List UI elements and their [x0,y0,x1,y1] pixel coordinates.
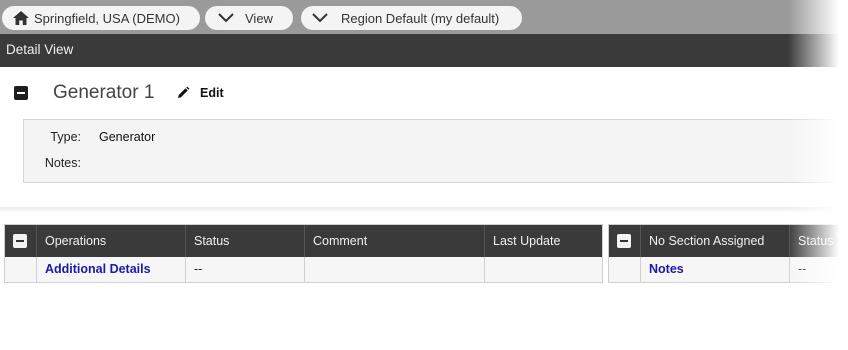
type-label: Type: [50,130,81,144]
breadcrumb: Springfield, USA (DEMO) View Region Defa… [0,0,848,34]
column-header[interactable]: No Section Assigned [641,225,790,257]
view-label: View [245,10,273,26]
notes-label: Notes: [44,156,81,170]
collapse-icon[interactable] [617,234,631,248]
page-title: Detail View [0,34,848,67]
section-divider [0,207,848,213]
detail-panel: Type: Generator Notes: [23,119,848,183]
edit-label: Edit [200,86,224,100]
table-header: Operations Status Comment Last Update [5,225,602,257]
status-cell: -- [798,262,807,276]
column-header[interactable]: Operations [37,225,186,257]
view-selector[interactable]: View [205,6,293,30]
location-selector[interactable]: Springfield, USA (DEMO) [2,6,200,30]
last-update-cell [485,257,604,282]
chevron-down-icon [311,13,329,23]
column-header[interactable]: Status [790,225,848,257]
region-selector[interactable]: Region Default (my default) [301,6,522,30]
column-header[interactable]: Last Update [485,225,604,257]
column-header[interactable]: Status [186,225,305,257]
column-header[interactable]: Comment [305,225,485,257]
home-icon [12,9,30,27]
type-value: Generator [99,130,156,144]
chevron-down-icon [217,13,235,23]
table-row: Notes -- [609,257,848,282]
collapse-icon[interactable] [13,234,27,248]
table-row: Additional Details -- [5,257,602,282]
collapse-icon[interactable] [14,86,28,100]
status-cell: -- [186,257,305,282]
pencil-icon [176,86,190,100]
additional-details-link[interactable]: Additional Details [37,257,186,282]
edit-button[interactable]: Edit [176,86,224,100]
operations-table: Operations Status Comment Last Update Ad… [4,224,603,283]
region-label: Region Default (my default) [341,10,500,26]
record-title: Generator 1 [53,82,155,103]
table-header: No Section Assigned Status [609,225,848,257]
comment-cell [305,257,485,282]
location-label: Springfield, USA (DEMO) [34,10,180,26]
notes-link[interactable]: Notes [641,257,790,282]
no-section-table: No Section Assigned Status Notes -- [608,224,848,283]
